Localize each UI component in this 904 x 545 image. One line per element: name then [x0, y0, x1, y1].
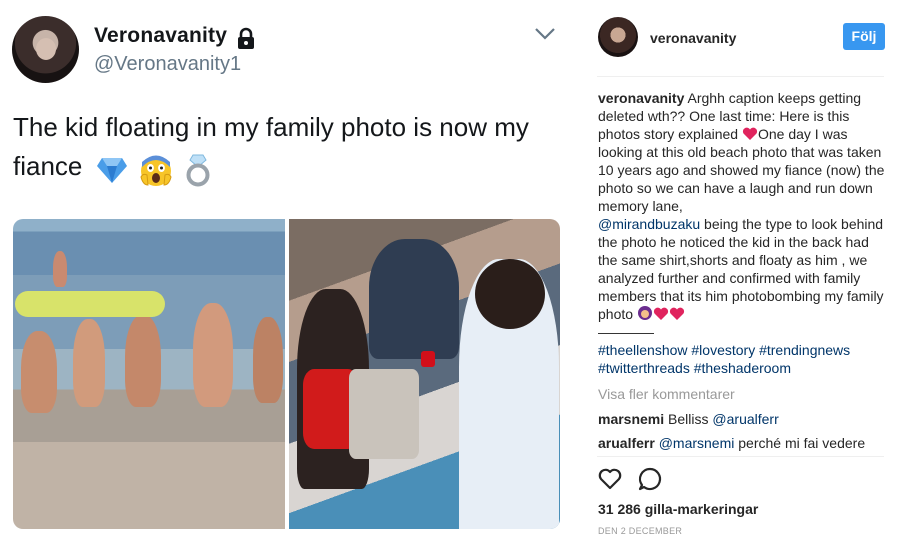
ring-icon — [186, 154, 210, 187]
comment-user[interactable]: marsnemi — [598, 411, 664, 427]
divider — [597, 76, 884, 77]
caption-author[interactable]: veronavanity — [598, 90, 684, 106]
comment-user[interactable]: arualferr — [598, 435, 655, 451]
likes-count[interactable]: 31 286 gilla-markeringar — [598, 501, 758, 517]
caption-dashes: ———— — [598, 324, 654, 340]
chevron-down-icon[interactable] — [534, 26, 556, 42]
heart-emoji-icon — [669, 307, 685, 320]
comment-text: Belliss — [668, 411, 709, 427]
heart-like-icon[interactable] — [597, 466, 623, 492]
woman-gesturing-emoji-icon — [637, 306, 652, 320]
tweet-emojis — [96, 149, 216, 188]
tweet-handle[interactable]: @Veronavanity1 — [94, 53, 241, 76]
tweet-card: Veronavanity @Veronavanity1 The kid floa… — [0, 0, 580, 545]
caption-hashtags[interactable]: #theellenshow #lovestory #trendingnews #… — [598, 341, 888, 377]
tweet-text: The kid floating in my family photo is n… — [13, 108, 553, 188]
tweet-text-body: The kid floating in my family photo is n… — [13, 112, 529, 181]
beach-photo[interactable] — [13, 219, 285, 529]
gem-icon — [96, 157, 127, 183]
instagram-post-panel: veronavanity Följ veronavanity Arghh cap… — [580, 0, 904, 545]
comment-bubble-icon[interactable] — [637, 466, 663, 492]
divider — [597, 456, 884, 457]
tweet-avatar[interactable] — [12, 16, 79, 83]
post-caption: veronavanity Arghh caption keeps getting… — [598, 89, 888, 341]
heart-emoji-icon — [653, 307, 669, 320]
comment-mention[interactable]: @marsnemi — [659, 435, 735, 451]
avatar[interactable] — [598, 17, 638, 57]
lock-icon — [238, 27, 254, 49]
comment-mention[interactable]: @arualferr — [712, 411, 778, 427]
follow-button[interactable]: Följ — [843, 23, 885, 50]
comment-text: perché mi fai vedere — [738, 435, 866, 451]
ig-username[interactable]: veronavanity — [650, 30, 736, 46]
caption-mention[interactable]: @mirandbuzaku — [598, 216, 700, 232]
tweet-display-name[interactable]: Veronavanity — [94, 24, 227, 48]
post-date[interactable]: DEN 2 DECEMBER — [598, 526, 682, 536]
heart-emoji-icon — [742, 127, 758, 140]
screaming-face-icon — [140, 155, 172, 186]
comment: marsnemi Belliss @arualferr — [598, 411, 779, 427]
comment: arualferr @marsnemi perché mi fai vedere — [598, 435, 865, 451]
proposal-photo[interactable] — [289, 219, 560, 529]
view-more-comments-link[interactable]: Visa fler kommentarer — [598, 386, 735, 402]
